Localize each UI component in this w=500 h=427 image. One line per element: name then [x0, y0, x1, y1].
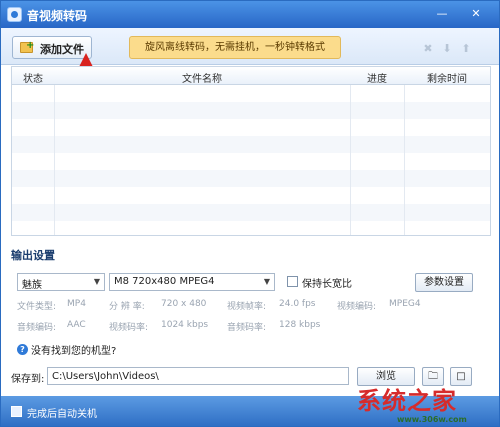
column-header-remaining[interactable]: 剩余时间: [404, 70, 490, 85]
auto-shutdown-checkbox[interactable]: [11, 406, 22, 417]
params-settings-button[interactable]: 参数设置: [415, 273, 473, 292]
keep-ratio-label[interactable]: 保持长宽比: [302, 275, 352, 290]
resolution-value: 720 x 480: [161, 299, 207, 309]
column-header-progress[interactable]: 进度: [350, 70, 404, 85]
device-icon: □: [456, 371, 466, 382]
toolbar: 添加文件 旋风离线转码，无需挂机，一秒钟转格式 ✖ ⬇ ⬆: [1, 28, 499, 65]
move-up-icon[interactable]: ⬆: [460, 43, 472, 55]
save-path-input[interactable]: [47, 367, 349, 385]
app-icon: [7, 7, 22, 22]
audio-bitrate-value: 128 kbps: [279, 320, 321, 330]
add-file-label: 添加文件: [40, 43, 84, 56]
auto-shutdown-label[interactable]: 完成后自动关机: [27, 405, 97, 420]
table-header: 状态 文件名称 进度 剩余时间: [12, 67, 490, 85]
table-row: [12, 204, 490, 221]
device-select[interactable]: 魅族 ▼: [17, 273, 105, 291]
save-to-label: 保存到:: [11, 374, 45, 385]
window-title: 音视频转码: [27, 9, 88, 23]
minimize-icon[interactable]: —: [433, 6, 451, 21]
table-row: [12, 170, 490, 187]
table-row: [12, 136, 490, 153]
add-folder-icon: [20, 40, 34, 53]
watermark-url: www.306w.com: [397, 415, 467, 424]
audio-codec-value: AAC: [67, 320, 86, 330]
column-header-status[interactable]: 状态: [12, 70, 54, 85]
close-icon[interactable]: ✕: [459, 6, 493, 21]
device-value: 魅族: [22, 280, 42, 291]
help-icon: ?: [17, 344, 28, 355]
video-bitrate-value: 1024 kbps: [161, 320, 209, 330]
converter-window: 音视频转码 — ✕ 添加文件 旋风离线转码，无需挂机，一秒钟转格式 ✖ ⬇ ⬆ …: [0, 0, 500, 427]
device-not-found-link[interactable]: 没有找到您的机型?: [31, 342, 116, 357]
output-settings-title: 输出设置: [11, 249, 55, 262]
video-codec-label: 视频编码:: [337, 302, 377, 312]
dropdown-arrow-icon: ▼: [263, 277, 270, 286]
format-value: M8 720x480 MPEG4: [114, 276, 215, 287]
video-fps-value: 24.0 fps: [279, 299, 316, 309]
column-divider: [350, 67, 351, 235]
video-bitrate-label: 视频码率:: [109, 323, 149, 333]
resolution-label: 分 辨 率:: [109, 302, 145, 312]
watermark-logo: 系统之家: [357, 386, 457, 415]
file-type-label: 文件类型:: [17, 302, 57, 312]
delete-icon[interactable]: ✖: [422, 43, 434, 55]
video-fps-label: 视频帧率:: [227, 302, 267, 312]
audio-codec-label: 音频编码:: [17, 323, 57, 333]
dropdown-arrow-icon: ▼: [93, 277, 100, 286]
table-row: [12, 102, 490, 119]
keep-ratio-checkbox[interactable]: [287, 276, 298, 287]
column-header-filename[interactable]: 文件名称: [54, 70, 350, 85]
column-divider: [404, 67, 405, 235]
file-type-value: MP4: [67, 299, 86, 309]
title-bar: 音视频转码 — ✕: [1, 1, 499, 28]
promo-banner[interactable]: 旋风离线转码，无需挂机，一秒钟转格式: [129, 36, 341, 59]
file-table[interactable]: 状态 文件名称 进度 剩余时间: [11, 66, 491, 236]
format-select[interactable]: M8 720x480 MPEG4 ▼: [109, 273, 275, 291]
column-divider: [54, 67, 55, 235]
video-codec-value: MPEG4: [389, 299, 421, 309]
move-down-icon[interactable]: ⬇: [441, 43, 453, 55]
audio-bitrate-label: 音频码率:: [227, 323, 267, 333]
